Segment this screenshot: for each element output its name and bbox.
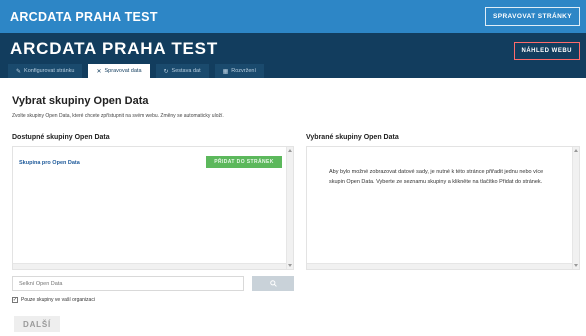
empty-selection-message: Aby bylo možné zobrazovat datové sady, j…	[329, 169, 544, 185]
scroll-down-icon[interactable]	[574, 264, 578, 267]
add-to-pages-button[interactable]: PŘIDAT DO STRÁNEK	[206, 156, 282, 168]
tab-data-report[interactable]: ↻ Sestava dat	[155, 64, 209, 78]
search-icon	[269, 280, 277, 287]
search-input[interactable]	[12, 276, 244, 291]
tab-label: Konfigurovat stránku	[24, 68, 75, 74]
preview-site-button[interactable]: NÁHLED WEBU	[513, 42, 580, 60]
selected-groups-title: Vybrané skupiny Open Data	[306, 134, 399, 141]
top-bar: ARCDATA PRAHA TEST SPRAVOVAT STRÁNKY	[0, 0, 586, 33]
org-only-checkbox[interactable]: ✓	[12, 297, 18, 303]
refresh-icon: ↻	[163, 68, 169, 75]
tab-label: Sestava dat	[171, 68, 201, 74]
search-button[interactable]	[252, 276, 294, 291]
group-item-name[interactable]: Skupina pro Open Data	[19, 160, 80, 166]
manage-sites-button[interactable]: SPRAVOVAT STRÁNKY	[484, 7, 580, 26]
tab-manage-data[interactable]: ✕ Spravovat data	[88, 64, 150, 78]
org-only-filter[interactable]: ✓ Pouze skupiny ve vaší organizaci	[12, 297, 95, 303]
tab-bar: ✎ Konfigurovat stránku ✕ Spravovat data …	[8, 64, 265, 78]
site-header: ARCDATA PRAHA TEST NÁHLED WEBU ✎ Konfigu…	[0, 33, 586, 78]
section-description: Zvolte skupiny Open Data, které chcete z…	[12, 113, 224, 119]
next-button[interactable]: DALŠÍ	[14, 316, 60, 332]
scroll-up-icon[interactable]	[288, 149, 292, 152]
horizontal-scrollbar[interactable]	[13, 263, 286, 269]
available-groups-list: Skupina pro Open Data PŘIDAT DO STRÁNEK	[12, 146, 294, 270]
tab-label: Spravovat data	[104, 68, 142, 74]
tab-configure-page[interactable]: ✎ Konfigurovat stránku	[8, 64, 83, 78]
selected-groups-list: Aby bylo možné zobrazovat datové sady, j…	[306, 146, 580, 270]
tab-layout[interactable]: ▦ Rozvržení	[214, 64, 265, 78]
horizontal-scrollbar[interactable]	[307, 263, 572, 269]
page-title: ARCDATA PRAHA TEST	[10, 39, 218, 58]
available-groups-title: Dostupné skupiny Open Data	[12, 134, 110, 141]
tools-icon: ✕	[96, 68, 102, 75]
vertical-scrollbar[interactable]	[286, 147, 293, 269]
scroll-down-icon[interactable]	[288, 264, 292, 267]
section-heading: Vybrat skupiny Open Data	[12, 95, 149, 107]
wrench-icon: ✎	[16, 68, 22, 75]
tab-label: Rozvržení	[231, 68, 257, 74]
grid-icon: ▦	[222, 68, 229, 75]
vertical-scrollbar[interactable]	[572, 147, 579, 269]
scroll-up-icon[interactable]	[574, 149, 578, 152]
site-brand[interactable]: ARCDATA PRAHA TEST	[10, 10, 158, 24]
checkbox-label: Pouze skupiny ve vaší organizaci	[21, 297, 95, 303]
